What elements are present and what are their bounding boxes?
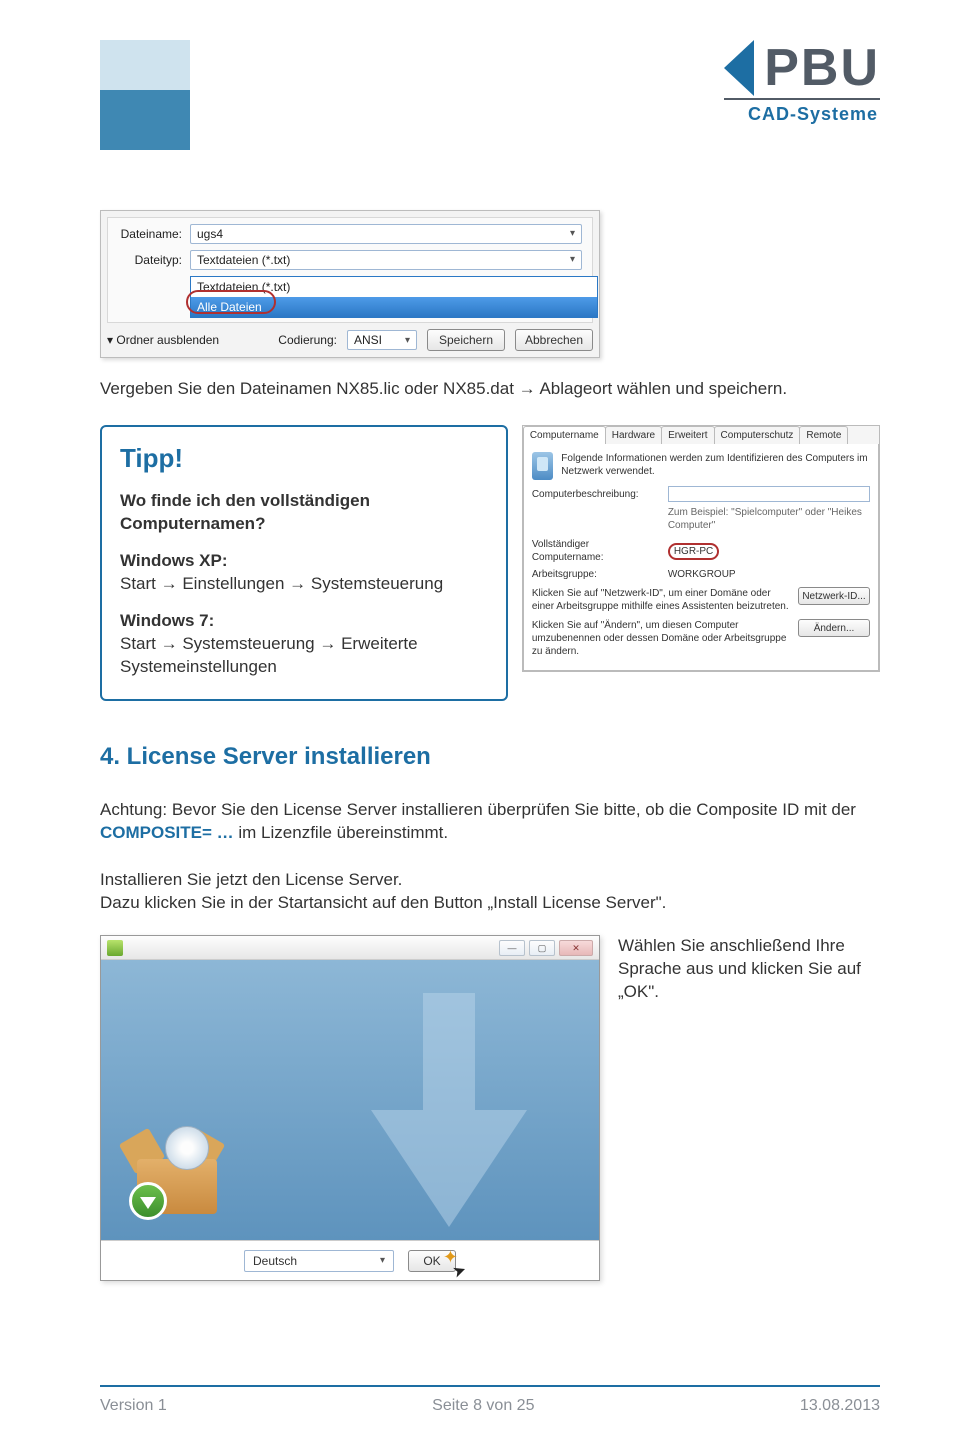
composite-keyword: COMPOSITE= …	[100, 823, 234, 842]
description-hint: Zum Beispiel: "Spielcomputer" oder "Heik…	[668, 506, 870, 532]
computer-icon	[532, 452, 553, 480]
package-box-icon	[127, 1124, 237, 1214]
minimize-button[interactable]: —	[499, 940, 525, 956]
installer-screenshot: — ▢ ✕ Deutsch OK ✦	[100, 935, 600, 1281]
language-instruction: Wählen Sie anschließend Ihre Sprache aus…	[618, 935, 878, 1004]
installer-app-icon	[107, 940, 123, 956]
save-button[interactable]: Speichern	[427, 329, 505, 351]
footer-date: 13.08.2013	[800, 1395, 880, 1417]
footer-version: Version 1	[100, 1395, 167, 1417]
networkid-text: Klicken Sie auf "Netzwerk-ID", um einer …	[532, 587, 792, 613]
tip-box: Tipp! Wo finde ich den vollständigen Com…	[100, 425, 508, 701]
section-heading: 4. License Server installieren	[100, 741, 880, 773]
workgroup-label: Arbeitsgruppe:	[532, 568, 662, 581]
logo-text: PBU	[764, 42, 880, 94]
page-header: PBU CAD-Systeme	[100, 40, 880, 150]
tab-protection[interactable]: Computerschutz	[714, 426, 801, 444]
hide-folders-toggle[interactable]: Ordner ausblenden	[107, 332, 219, 348]
composite-warning: Achtung: Bevor Sie den License Server in…	[100, 799, 880, 845]
install-instruction: Installieren Sie jetzt den License Serve…	[100, 869, 880, 915]
download-arrow-icon	[289, 980, 599, 1240]
encoding-label: Codierung:	[278, 332, 337, 348]
download-badge-icon	[129, 1182, 167, 1220]
header-decor	[100, 40, 190, 150]
fullname-value: HGR-PC	[668, 543, 719, 560]
networkid-button[interactable]: Netzwerk-ID...	[798, 587, 870, 605]
filename-label: Dateiname:	[118, 226, 182, 242]
save-dialog-screenshot: Dateiname: ugs4 Dateityp: Textdateien (*…	[100, 210, 600, 358]
language-combo[interactable]: Deutsch	[244, 1250, 394, 1272]
close-button[interactable]: ✕	[559, 940, 593, 956]
workgroup-value: WORKGROUP	[668, 568, 736, 581]
ok-button[interactable]: OK	[408, 1250, 456, 1272]
cancel-button[interactable]: Abbrechen	[515, 329, 593, 351]
paragraph-filename-instruction: Vergeben Sie den Dateinamen NX85.lic ode…	[100, 378, 880, 401]
description-label: Computerbeschreibung:	[532, 488, 662, 501]
tip-title: Tipp!	[120, 441, 488, 476]
filename-field[interactable]: ugs4	[190, 224, 582, 244]
sysprops-intro: Folgende Informationen werden zum Identi…	[561, 452, 870, 478]
filetype-dropdown[interactable]: Textdateien (*.txt) Alle Dateien	[190, 276, 598, 318]
footer-page: Seite 8 von 25	[432, 1395, 534, 1417]
tip-xp-path: Start → Einstellungen → Systemsteuerung	[120, 574, 443, 593]
change-text: Klicken Sie auf "Ändern", um diesen Comp…	[532, 619, 792, 658]
logo-triangle-icon	[724, 40, 754, 96]
filetype-label: Dateityp:	[118, 252, 182, 268]
fullname-label: Vollständiger Computername:	[532, 538, 662, 564]
tab-advanced[interactable]: Erweitert	[661, 426, 714, 444]
description-input[interactable]	[668, 486, 870, 502]
logo: PBU CAD-Systeme	[724, 40, 880, 126]
tab-computername[interactable]: Computername	[523, 426, 606, 444]
change-button[interactable]: Ändern...	[798, 619, 870, 637]
tip-xp-heading: Windows XP:	[120, 551, 228, 570]
encoding-combo[interactable]: ANSI	[347, 330, 417, 350]
filetype-option-all[interactable]: Alle Dateien	[191, 297, 597, 317]
page-footer: Version 1 Seite 8 von 25 13.08.2013	[100, 1385, 880, 1417]
tip-win7-heading: Windows 7:	[120, 611, 214, 630]
filetype-option-txt[interactable]: Textdateien (*.txt)	[191, 277, 597, 297]
tip-win7-path: Start → Systemsteuerung → Erweiterte Sys…	[120, 634, 418, 676]
filetype-combo[interactable]: Textdateien (*.txt)	[190, 250, 582, 270]
system-properties-screenshot: Computername Hardware Erweitert Computer…	[522, 425, 880, 672]
tip-question: Wo finde ich den vollständigen Computern…	[120, 491, 370, 533]
maximize-button[interactable]: ▢	[529, 940, 555, 956]
logo-subtitle: CAD-Systeme	[724, 98, 880, 126]
tab-hardware[interactable]: Hardware	[605, 426, 662, 444]
tab-remote[interactable]: Remote	[799, 426, 848, 444]
